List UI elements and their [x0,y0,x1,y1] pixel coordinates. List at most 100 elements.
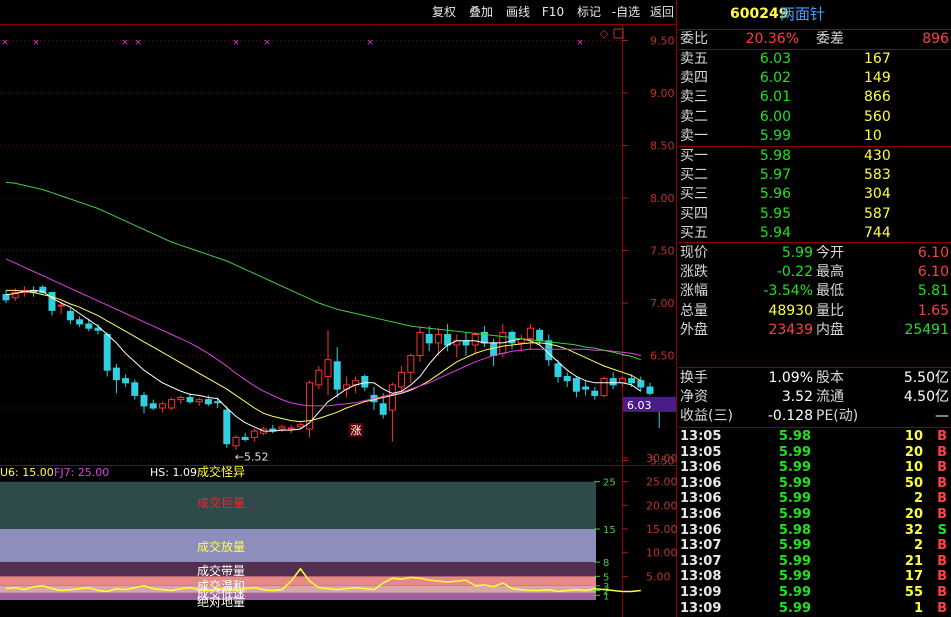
sell-level-1: 卖一 5.99 10 [678,127,951,146]
candle-body [122,378,130,384]
candle-body [582,386,590,390]
trade-direction: B [937,507,947,522]
kline-chart-area[interactable]: 9.509.008.508.007.507.006.506.005.50××××… [0,0,677,617]
candle-body [140,394,148,407]
candle-body [333,361,341,390]
candle-body [278,426,286,430]
trade-row: 13:06 5.99 20 B [678,507,951,523]
order-price: 5.95 [759,205,791,222]
trade-direction: B [937,553,947,569]
buy-level-5: 买五 5.94 744 [678,224,951,243]
candle-body [388,384,396,411]
volume-band-4 [0,576,596,586]
stat-value: -0.128 [767,408,813,425]
quote-label: 总量 [680,302,708,319]
trade-row: 13:06 5.99 2 B [678,491,951,507]
candle-body [361,376,369,388]
candle-body [646,386,654,394]
candle-body [48,292,56,311]
diamond-icon: ◇ [600,27,609,40]
volume-band-1 [0,481,596,529]
trade-direction: B [937,569,947,585]
moving-average-line-0 [5,289,642,432]
quote-value: 6.10 [917,264,949,281]
toolbar-button-1[interactable]: 叠加 [466,3,496,21]
stat-row: 收益(三) -0.128 PE(动) — [678,407,951,426]
order-level-label: 买二 [680,167,708,184]
trade-direction: B [937,585,947,600]
toolbar-button-2[interactable]: 画线 [502,3,534,21]
trade-row: 13:07 5.99 2 B [678,538,951,554]
order-volume: 560 [864,108,891,125]
trade-direction: B [937,475,947,491]
buy-level-4: 买四 5.95 587 [678,205,951,224]
quote-row: 涨幅 -3.54% 最低 5.81 [678,282,951,301]
trade-volume: 50 [904,475,923,491]
toolbar-button-3[interactable]: F10 [540,3,566,21]
candle-body [379,403,387,415]
volume-band-5 [0,585,596,593]
trade-row: 13:09 5.99 55 B [678,585,951,601]
trade-time: 13:09 [680,600,722,616]
candle-body [471,334,479,346]
order-volume: 149 [864,70,891,87]
order-volume: 744 [864,224,891,241]
order-price: 5.97 [759,167,791,184]
candle-body [186,397,194,403]
candle-body [628,378,636,384]
volume-band-2 [0,529,596,563]
trade-price: 5.99 [778,553,811,569]
candle-body [241,436,249,440]
candle-body [425,334,433,344]
quote-label: 外盘 [680,321,708,338]
candle-body [416,331,424,356]
volume-band-label: 成交怪异 [197,464,245,479]
volume-band-label: 成交放量 [197,539,245,554]
trade-time: 13:05 [680,429,722,444]
order-price: 6.00 [759,108,791,125]
order-price: 6.02 [759,70,791,87]
volume-band-3 [0,562,596,577]
trade-price: 5.99 [778,507,811,522]
candle-body [214,401,222,404]
candle-body [177,397,185,401]
quote-label: 涨幅 [680,283,708,300]
order-level-label: 买五 [680,224,708,241]
stat-label: 股本 [816,370,844,386]
trade-direction: B [937,460,947,476]
candle-body [563,376,571,382]
toolbar-button-4[interactable]: 标记 [574,3,604,21]
stat-row: 净资 3.52 流通 4.50亿 [678,388,951,407]
signal-marker: × [366,38,374,48]
weibi-label: 委比 [680,31,708,47]
order-volume: 430 [864,148,891,164]
order-level-label: 买一 [680,148,708,164]
candle-body [315,369,323,386]
toolbar-button-6[interactable]: 返回 [648,3,676,21]
signal-marker: × [263,38,271,48]
trade-row: 13:09 5.99 1 B [678,601,951,617]
quote-value: 5.81 [917,283,949,300]
candle-body [324,359,332,378]
trade-direction: B [937,538,947,554]
candle-body [444,334,452,346]
quote-label: 今开 [816,245,844,261]
candle-body [66,310,74,321]
candle-body [168,399,176,409]
trade-volume: 1 [913,600,923,616]
quote-label: 涨跌 [680,264,708,281]
toolbar-button-0[interactable]: 复权 [428,3,460,21]
candle-body [2,294,10,301]
candle-body [554,363,562,377]
trade-row: 13:06 5.99 10 B [678,460,951,476]
quote-panel: 600249 两面针 委比 20.36% 委差 896 卖五 6.03 167 卖四 6… [678,0,951,617]
rise-marker: 涨 [351,424,362,437]
signal-marker: × [121,38,129,48]
kline-chart-svg: 9.509.008.508.007.507.006.506.005.50××××… [0,0,677,617]
candle-body [250,430,258,438]
quote-row: 总量 48930 量比 1.65 [678,302,951,321]
candle-body [462,340,470,346]
candle-body [591,390,599,396]
toolbar-button-5[interactable]: -自选 [610,3,642,21]
order-level-label: 卖四 [680,70,708,87]
